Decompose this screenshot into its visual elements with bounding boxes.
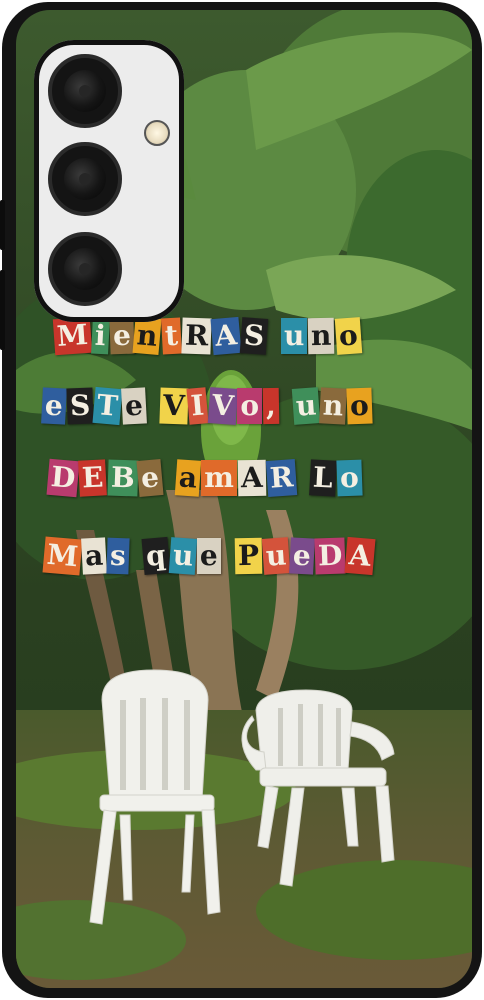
camera-module [34, 40, 184, 322]
letter-tile: L [309, 459, 337, 497]
side-button-lower [0, 270, 5, 350]
phrase-line-4: MasquePueDA [42, 536, 384, 576]
letter-tile: A [210, 316, 242, 356]
collage-word: amAR [174, 459, 298, 497]
letter-tile: M [52, 316, 93, 356]
collage-word: que [141, 536, 221, 576]
letter-tile: e [136, 459, 164, 497]
letter-tile: D [314, 537, 346, 575]
letter-tile: n [319, 387, 348, 425]
letter-tile: i [91, 317, 110, 355]
phrase-line-1: MientRASuno [52, 316, 370, 356]
letter-tile: e [196, 538, 221, 574]
letter-tile: R [265, 459, 298, 497]
letter-tile: D [46, 458, 80, 498]
letter-tile: t [160, 317, 182, 355]
collage-word: MientRAS [52, 316, 269, 356]
letter-tile: m [201, 460, 237, 496]
letter-tile: n [132, 316, 163, 356]
phrase-line-3: DEBeamARLo [46, 458, 371, 498]
letter-tile: V [159, 387, 189, 425]
collage-word: Lo [309, 459, 362, 497]
letter-tile: I [186, 387, 210, 425]
letter-tile: n [308, 317, 336, 355]
letter-tile: e [41, 387, 67, 425]
letter-tile: u [168, 537, 198, 575]
side-button-upper [0, 200, 5, 250]
letter-tile: s [106, 537, 130, 575]
collage-word: uno [291, 387, 373, 425]
letter-tile: R [181, 317, 212, 355]
collage-word: VIVo, [159, 387, 280, 425]
collage-word: Mas [42, 536, 130, 576]
letter-tile: V [207, 387, 238, 425]
letter-tile: P [234, 537, 263, 575]
letter-tile: S [66, 387, 94, 425]
letter-tile: e [109, 317, 135, 355]
camera-flash [144, 120, 170, 146]
letter-tile: M [42, 536, 83, 576]
letter-tile: A [237, 459, 266, 497]
collage-word: DEBe [46, 458, 164, 498]
letter-tile: T [92, 386, 123, 426]
collage-word: PueDA [234, 536, 376, 576]
collage-word: uno [281, 317, 362, 355]
camera-lens-bottom [48, 232, 122, 306]
letter-tile: q [141, 536, 171, 576]
letter-tile: S [239, 317, 269, 355]
camera-lens-middle [48, 142, 122, 216]
letter-tile: e [120, 387, 147, 425]
letter-tile: u [261, 537, 291, 575]
letter-tile: o [334, 317, 362, 355]
phrase-line-2: eSTeVIVo,uno [41, 386, 382, 426]
letter-tile: A [344, 536, 376, 576]
letter-tile: u [291, 387, 321, 425]
camera-lens-top [48, 54, 122, 128]
letter-tile: e [289, 537, 315, 575]
letter-tile: o [336, 459, 362, 497]
letter-tile: o [237, 388, 262, 424]
letter-tile: a [81, 537, 108, 575]
letter-tile: o [346, 387, 373, 425]
letter-tile: a [174, 459, 202, 497]
letter-tile: u [281, 318, 308, 354]
collage-word: eSTe [41, 386, 147, 426]
letter-tile: E [78, 459, 108, 497]
letter-tile: , [262, 387, 280, 425]
letter-tile: B [107, 459, 138, 497]
